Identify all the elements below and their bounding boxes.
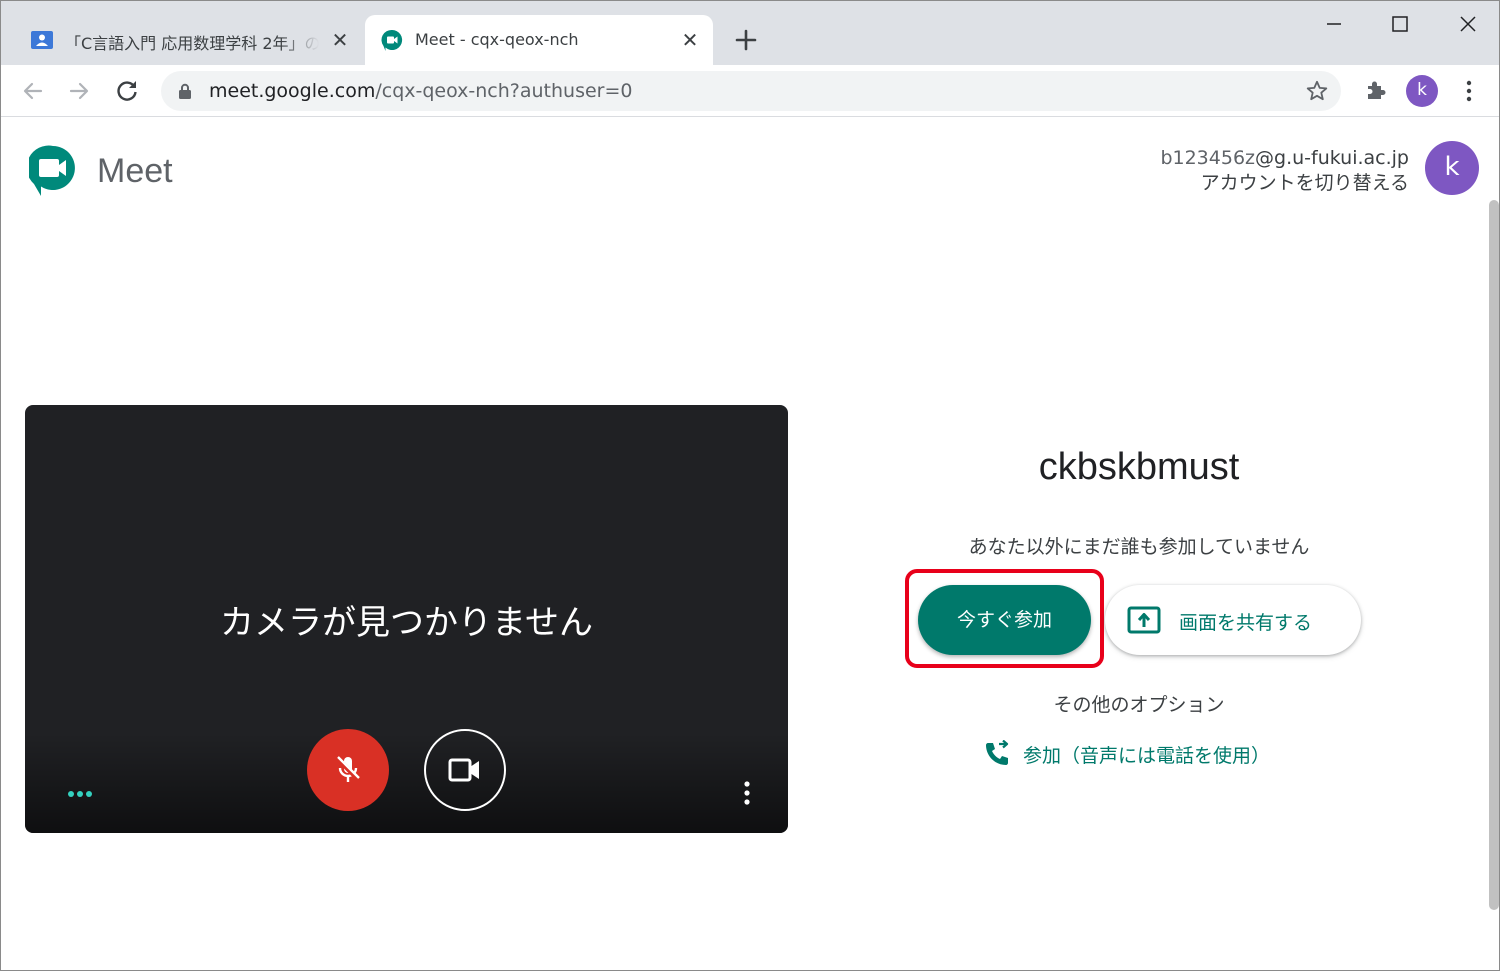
tab-title: 「C言語入門 応用数理学科 2年」の bbox=[65, 34, 319, 53]
more-options-icon[interactable] bbox=[737, 779, 757, 809]
meet-page: Meet b123456z@g.u-fukui.ac.jp アカウントを切り替え… bbox=[1, 118, 1499, 970]
preview-shade bbox=[25, 733, 788, 833]
maximize-icon[interactable] bbox=[1385, 11, 1415, 37]
back-icon[interactable] bbox=[19, 77, 47, 105]
bookmark-star-icon[interactable] bbox=[1305, 79, 1329, 103]
scrollbar[interactable] bbox=[1489, 200, 1499, 910]
browser-window: 「C言語入門 応用数理学科 2年」の ✕ Meet - cqx-qeox-nch… bbox=[0, 0, 1500, 971]
switch-account-link[interactable]: アカウントを切り替える bbox=[1201, 168, 1409, 195]
app-name: Meet bbox=[97, 152, 173, 190]
new-tab-icon[interactable] bbox=[731, 25, 761, 55]
window-close-icon[interactable] bbox=[1453, 11, 1483, 37]
extensions-puzzle-icon[interactable] bbox=[1363, 77, 1389, 103]
join-now-button[interactable]: 今すぐ参加 bbox=[918, 585, 1091, 655]
tab-strip: 「C言語入門 応用数理学科 2年」の ✕ Meet - cqx-qeox-nch… bbox=[1, 1, 1499, 65]
present-label: 画面を共有する bbox=[1179, 612, 1313, 634]
join-by-phone-label: 参加（音声には電話を使用） bbox=[1023, 744, 1271, 767]
meeting-code: ckbskbmust bbox=[1038, 446, 1240, 488]
tab-meet[interactable]: Meet - cqx-qeox-nch ✕ bbox=[365, 15, 713, 65]
present-screen-button[interactable]: 画面を共有する bbox=[1105, 585, 1361, 655]
other-options-heading: その他のオプション bbox=[1053, 694, 1225, 716]
participants-status: あなた以外にまだ誰も参加していません bbox=[968, 536, 1310, 558]
browser-toolbar: meet.google.com/cqx-qeox-nch?authuser=0 bbox=[1, 65, 1499, 117]
join-by-phone-link[interactable]: 参加（音声には電話を使用） bbox=[983, 738, 1270, 770]
meet-icon bbox=[381, 29, 403, 51]
tab-title: Meet - cqx-qeox-nch bbox=[415, 30, 579, 49]
audio-level-icon bbox=[68, 791, 92, 797]
url-text: meet.google.com/cqx-qeox-nch?authuser=0 bbox=[209, 80, 632, 102]
camera-toggle-button[interactable] bbox=[424, 729, 506, 811]
video-preview: カメラが見つかりません bbox=[25, 405, 788, 833]
classroom-icon bbox=[31, 31, 53, 49]
minimize-icon[interactable] bbox=[1319, 11, 1349, 37]
account-avatar[interactable]: k bbox=[1425, 141, 1479, 195]
videocam-icon bbox=[448, 758, 479, 782]
mic-off-icon bbox=[335, 756, 361, 782]
reload-icon[interactable] bbox=[113, 77, 141, 105]
account-domain: @g.u-fukui.ac.jp bbox=[1255, 147, 1409, 169]
url-path: /cqx-qeox-nch?authuser=0 bbox=[375, 80, 633, 102]
close-tab-icon[interactable]: ✕ bbox=[329, 29, 351, 51]
phone-forwarded-icon bbox=[986, 740, 1009, 765]
lock-icon[interactable] bbox=[178, 83, 192, 99]
present-to-all-icon bbox=[1127, 606, 1161, 634]
no-camera-message: カメラが見つかりません bbox=[220, 603, 593, 643]
browser-profile-avatar[interactable]: k bbox=[1406, 75, 1438, 107]
account-user: b123456z bbox=[1160, 147, 1256, 169]
close-tab-icon[interactable]: ✕ bbox=[679, 29, 701, 51]
browser-menu-icon[interactable] bbox=[1457, 77, 1481, 105]
mic-toggle-button[interactable] bbox=[307, 729, 389, 811]
account-email: b123456z@g.u-fukui.ac.jp bbox=[1160, 147, 1409, 169]
meet-logo-icon bbox=[29, 145, 75, 196]
url-host: meet.google.com bbox=[209, 80, 376, 102]
address-bar[interactable]: meet.google.com/cqx-qeox-nch?authuser=0 bbox=[161, 71, 1341, 111]
forward-icon[interactable] bbox=[65, 77, 93, 105]
tab-classroom[interactable]: 「C言語入門 応用数理学科 2年」の ✕ bbox=[15, 15, 361, 65]
